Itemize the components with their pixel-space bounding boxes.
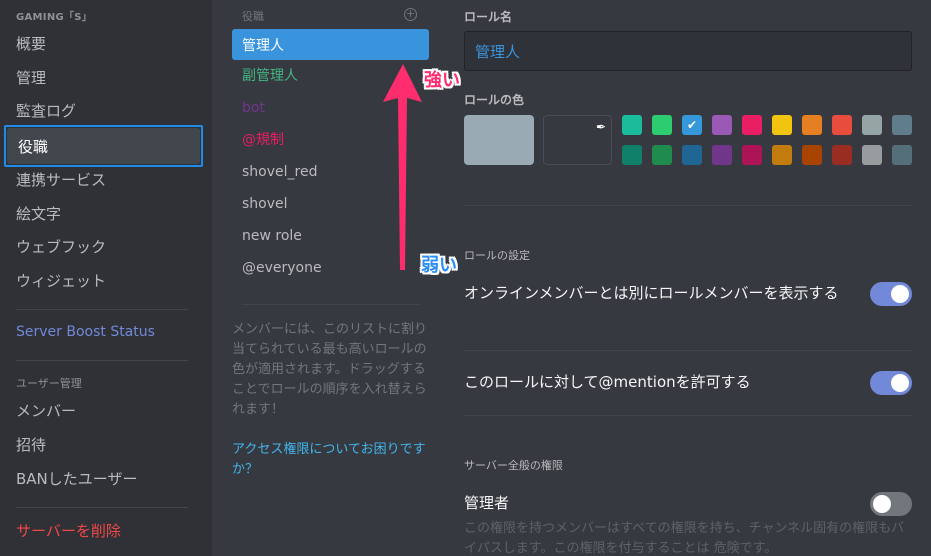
sidebar-item-moderation[interactable]: 管理 bbox=[16, 68, 46, 88]
color-swatch[interactable] bbox=[652, 145, 672, 165]
sidebar-item-emoji[interactable]: 絵文字 bbox=[16, 204, 61, 224]
role-settings-label: ロールの設定 bbox=[464, 249, 530, 262]
hoist-setting-label: オンラインメンバーとは別にロールメンバーを表示する bbox=[464, 284, 839, 302]
color-swatch[interactable] bbox=[712, 145, 732, 165]
sidebar-item-invites[interactable]: 招待 bbox=[16, 435, 46, 455]
administrator-permission-desc: この権限を持つメンバーはすべての権限を持ち、チャンネル固有の権限もバイパスします… bbox=[464, 521, 905, 556]
color-swatch[interactable] bbox=[892, 145, 912, 165]
sidebar-item-roles[interactable]: 役職 bbox=[4, 125, 203, 167]
sidebar-item-audit-log[interactable]: 監査ログ bbox=[16, 101, 76, 121]
user-management-header: ユーザー管理 bbox=[16, 377, 82, 390]
color-swatch[interactable] bbox=[892, 115, 912, 135]
sidebar-item-webhooks[interactable]: ウェブフック bbox=[16, 237, 106, 257]
divider bbox=[464, 350, 912, 351]
sidebar-item-integrations[interactable]: 連携サービス bbox=[16, 170, 106, 190]
custom-color-picker[interactable]: ✒ bbox=[543, 115, 612, 165]
eyedropper-icon: ✒ bbox=[595, 120, 606, 134]
role-item[interactable]: shovel bbox=[242, 194, 288, 214]
sidebar-item-widget[interactable]: ウィジェット bbox=[16, 271, 106, 291]
color-swatch[interactable] bbox=[772, 115, 792, 135]
color-swatch[interactable] bbox=[802, 115, 822, 135]
color-swatch[interactable] bbox=[712, 115, 732, 135]
role-item[interactable]: 副管理人 bbox=[242, 66, 298, 86]
sidebar-item-bans[interactable]: BANしたユーザー bbox=[16, 469, 137, 489]
color-swatch[interactable] bbox=[802, 145, 822, 165]
divider bbox=[16, 360, 188, 361]
permissions-help-link[interactable]: アクセス権限についてお困りですか？ bbox=[232, 440, 430, 480]
role-label: 管理人 bbox=[242, 38, 284, 54]
administrator-toggle[interactable] bbox=[870, 492, 912, 516]
general-permissions-header: サーバー全般の権限 bbox=[464, 459, 563, 472]
divider bbox=[464, 415, 912, 416]
role-name-field[interactable] bbox=[464, 31, 912, 71]
role-item[interactable]: bot bbox=[242, 98, 265, 118]
divider bbox=[242, 304, 420, 305]
role-item[interactable]: @everyone bbox=[242, 258, 322, 278]
role-edit-panel: ロール名 ロールの色 ✒ ✔ ロールの設定 オンラインメンバーとは別にロールメン… bbox=[450, 0, 931, 556]
color-swatch[interactable] bbox=[742, 115, 762, 135]
roles-header: 役職 bbox=[242, 10, 264, 23]
color-swatch[interactable] bbox=[652, 115, 672, 135]
color-swatch[interactable] bbox=[862, 145, 882, 165]
plus-circle-icon[interactable]: + bbox=[404, 8, 417, 21]
role-item[interactable]: @規制 bbox=[242, 130, 284, 150]
settings-sidebar: GAMING「S」 概要 管理 監査ログ 役職 連携サービス 絵文字 ウェブフッ… bbox=[0, 0, 212, 556]
color-swatch[interactable] bbox=[742, 145, 762, 165]
role-item[interactable]: shovel_red bbox=[242, 162, 317, 182]
color-swatch[interactable] bbox=[832, 145, 852, 165]
sidebar-item-roles-label: 役職 bbox=[18, 138, 49, 156]
color-swatch[interactable] bbox=[682, 145, 702, 165]
color-swatch[interactable] bbox=[622, 115, 642, 135]
divider bbox=[16, 309, 188, 310]
administrator-permission-label: 管理者 bbox=[464, 494, 510, 512]
sidebar-item-overview[interactable]: 概要 bbox=[16, 34, 46, 54]
check-icon: ✔ bbox=[686, 118, 698, 132]
color-swatch[interactable] bbox=[832, 115, 852, 135]
roles-help-text: メンバーには、このリストに割り当てられている最も高いロールの色が適用されます。ド… bbox=[232, 322, 428, 417]
role-color-label: ロールの色 bbox=[464, 93, 525, 107]
hoist-toggle[interactable] bbox=[870, 282, 912, 306]
divider bbox=[16, 507, 188, 508]
role-name-input[interactable] bbox=[465, 32, 911, 70]
role-item[interactable]: new role bbox=[242, 226, 302, 246]
default-color-swatch[interactable] bbox=[464, 115, 534, 165]
role-item-selected[interactable]: 管理人 bbox=[232, 29, 429, 60]
sidebar-item-server-boost-status[interactable]: Server Boost Status bbox=[16, 324, 155, 340]
server-name-header: GAMING「S」 bbox=[16, 12, 93, 23]
priority-arrow-icon bbox=[383, 64, 422, 270]
color-swatch[interactable] bbox=[772, 145, 792, 165]
color-swatch[interactable]: ✔ bbox=[682, 115, 702, 135]
mention-toggle[interactable] bbox=[870, 371, 912, 395]
delete-server-button[interactable]: サーバーを削除 bbox=[16, 520, 121, 541]
color-swatch[interactable] bbox=[622, 145, 642, 165]
role-name-label: ロール名 bbox=[464, 10, 513, 24]
sidebar-item-members[interactable]: メンバー bbox=[16, 401, 76, 421]
mention-setting-label: このロールに対して@mentionを許可する bbox=[464, 373, 751, 391]
divider bbox=[464, 205, 912, 206]
color-swatch[interactable] bbox=[862, 115, 882, 135]
